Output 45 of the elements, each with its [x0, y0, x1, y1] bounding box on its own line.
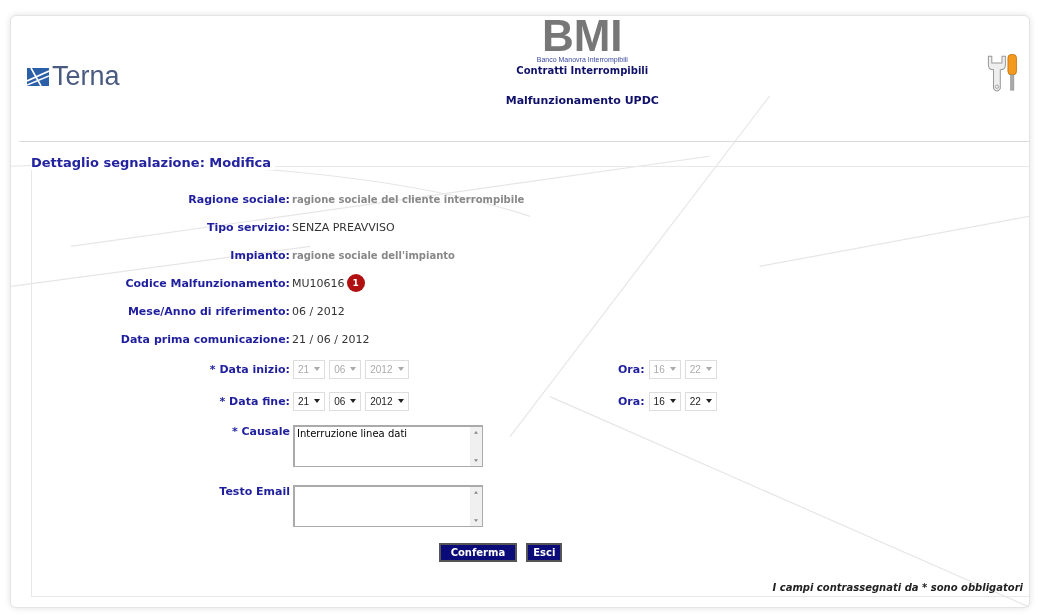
stripes-logo-icon: [27, 67, 49, 86]
field-label: Data prima comunicazione:: [119, 332, 290, 346]
logo-text: Terna: [52, 61, 120, 92]
field-label: * Data fine:: [218, 394, 290, 408]
field-label: Impianto:: [229, 248, 290, 262]
required-fields-note: I campi contrassegnati da * sono obbligatori: [772, 582, 1023, 593]
field-label: * Data inizio:: [208, 362, 290, 376]
field-value: MU10616: [292, 276, 345, 290]
caret-icon: [705, 367, 712, 371]
caret-icon: [350, 399, 357, 403]
caret-icon: [669, 399, 676, 403]
date-dropdown[interactable]: 06: [329, 391, 362, 411]
notification-badge: 1: [346, 274, 365, 292]
form-button[interactable]: Esci: [526, 543, 563, 562]
time-dropdown[interactable]: 22: [684, 391, 717, 411]
field-label: Mese/Anno di riferimento:: [126, 304, 290, 318]
scrollbar-icon: [470, 487, 482, 526]
field-label: * Causale: [230, 425, 290, 438]
text-area[interactable]: Interruzione linea dati: [293, 425, 483, 467]
field-value: 21 / 06 / 2012: [292, 332, 370, 346]
page-title: Malfunzionamento UPDC: [505, 94, 659, 107]
field-label: Ragione sociale:: [187, 192, 290, 206]
caret-icon: [705, 399, 712, 403]
caret-icon: [314, 399, 321, 403]
text-area[interactable]: [293, 485, 483, 527]
field-label: Codice Malfunzionamento:: [124, 276, 290, 290]
app-title: BMI: [541, 16, 623, 56]
caret-icon: [350, 367, 357, 371]
field-label: Ora:: [618, 394, 645, 408]
caret-icon: [669, 367, 676, 371]
date-dropdown[interactable]: 21: [293, 391, 326, 411]
field-label: Ora:: [618, 362, 645, 376]
field-label: Testo Email: [218, 485, 290, 498]
date-dropdown[interactable]: 2012: [365, 391, 409, 411]
caret-icon: [397, 399, 404, 403]
time-dropdown[interactable]: 16: [648, 391, 681, 411]
section-title: Dettaglio segnalazione: Modifica: [31, 155, 276, 170]
field-label: Tipo servizio:: [205, 220, 290, 234]
caret-icon: [397, 367, 404, 371]
field-value: SENZA PREAVVISO: [292, 220, 395, 234]
module-title: Contratti Interrompibili: [516, 65, 649, 76]
field-value: 06 / 2012: [292, 304, 345, 318]
scrollbar-icon: [470, 427, 482, 466]
caret-icon: [314, 367, 321, 371]
form-button[interactable]: Conferma: [438, 543, 518, 562]
